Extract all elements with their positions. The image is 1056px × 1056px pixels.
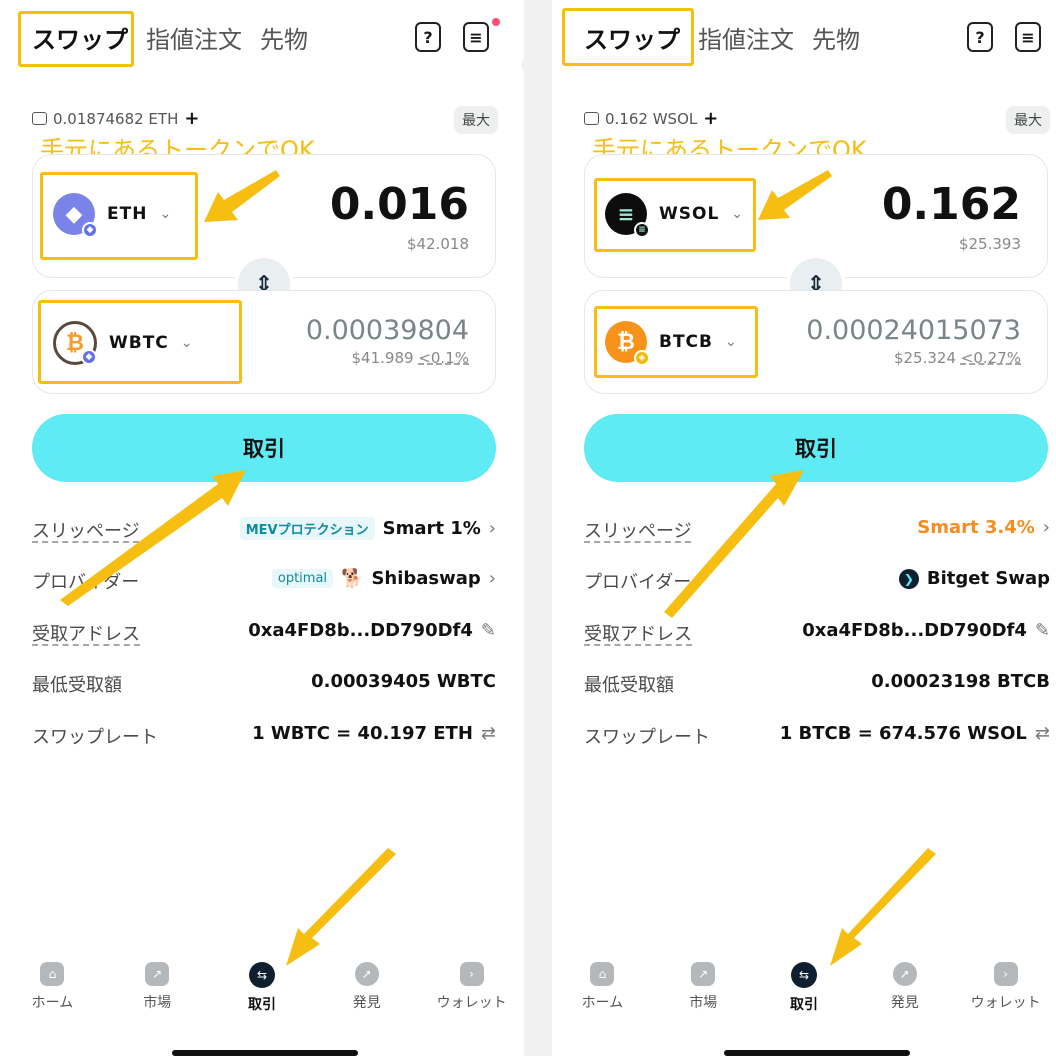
nav-trade[interactable]: ⇆ 取引: [754, 948, 855, 1056]
receive-address-label[interactable]: 受取アドレス: [584, 620, 692, 646]
compass-icon: ➚: [354, 962, 379, 986]
highlight-box: [40, 172, 198, 260]
slippage-value[interactable]: MEVプロテクション Smart 1% ›: [239, 517, 496, 540]
provider-value[interactable]: ❯ Bitget Swap: [898, 568, 1050, 589]
tab-limit-order[interactable]: 指値注文: [698, 20, 794, 55]
max-button[interactable]: 最大: [1006, 106, 1050, 134]
nav-wallet[interactable]: › ウォレット: [955, 948, 1056, 1056]
from-fiat: $25.393: [958, 235, 1021, 253]
chevron-right-icon: ›: [488, 568, 496, 589]
help-icon[interactable]: ?: [967, 22, 993, 52]
chevron-right-icon: ›: [1042, 517, 1050, 538]
from-amount[interactable]: 0.162: [882, 179, 1021, 230]
bottom-nav: ⌂ ホーム ↗ 市場 ⇆ 取引 ➚ 発見 › ウォレット: [0, 948, 524, 1056]
highlight-box: [562, 8, 694, 66]
home-indicator: [172, 1050, 358, 1056]
to-fiat: $41.989 <0.1%: [351, 349, 470, 367]
swap-screen-right: スワップ 指値注文 先物 ? ≡ 0.162 WSOL + 最大 手元にあるトー…: [552, 0, 1056, 1056]
chart-icon: ↗: [145, 962, 170, 986]
highlight-box: [18, 11, 134, 67]
swap-rate-label: スワップレート: [584, 727, 710, 748]
swap-icon: ⇆: [790, 962, 817, 988]
nav-market[interactable]: ↗ 市場: [653, 948, 754, 1056]
balance-row: 0.162 WSOL +: [584, 108, 718, 129]
min-receive-label: 最低受取額: [32, 675, 122, 696]
swap-rate-label: スワップレート: [32, 727, 158, 748]
home-indicator: [724, 1050, 910, 1056]
nav-wallet[interactable]: › ウォレット: [419, 948, 524, 1056]
highlight-box: [594, 306, 758, 378]
wallet-nav-icon: ›: [459, 962, 484, 986]
min-receive-label: 最低受取額: [584, 675, 674, 696]
orders-icon[interactable]: ≡: [1015, 22, 1041, 52]
swap-icon: ⇆: [248, 962, 275, 988]
chart-icon: ↗: [691, 962, 716, 986]
home-icon: ⌂: [40, 962, 65, 986]
compass-icon: ➚: [892, 962, 917, 986]
shiba-icon: 🐕: [341, 568, 364, 589]
balance-value: 0.01874682 ETH: [53, 109, 179, 128]
receive-address-value[interactable]: 0xa4FD8b...DD790Df4 ✎: [802, 620, 1050, 641]
highlight-box: [594, 178, 756, 252]
to-amount: 0.00024015073: [806, 315, 1021, 346]
balance-row: 0.01874682 ETH +: [32, 108, 199, 129]
nav-market[interactable]: ↗ 市場: [105, 948, 210, 1056]
price-impact[interactable]: <0.1%: [418, 349, 469, 367]
swap-rate-value[interactable]: 1 BTCB = 674.576 WSOL ⇄: [780, 723, 1050, 744]
min-receive-value: 0.00039405 WBTC: [311, 671, 496, 692]
slippage-label[interactable]: スリッページ: [584, 517, 692, 543]
notification-dot: [492, 18, 500, 26]
swap-rate-value[interactable]: 1 WBTC = 40.197 ETH ⇄: [252, 723, 496, 744]
provider-label: プロバイダー: [32, 572, 140, 593]
slippage-label[interactable]: スリッページ: [32, 517, 140, 543]
add-icon[interactable]: +: [184, 108, 199, 129]
nav-home[interactable]: ⌂ ホーム: [552, 948, 653, 1056]
refresh-icon[interactable]: ⇄: [481, 723, 496, 744]
to-fiat: $25.324 <0.27%: [893, 349, 1021, 367]
max-button[interactable]: 最大: [454, 106, 498, 134]
nav-discover[interactable]: ➚ 発見: [314, 948, 419, 1056]
from-amount[interactable]: 0.016: [330, 179, 469, 230]
wallet-icon: [32, 112, 47, 125]
trade-button[interactable]: 取引: [584, 414, 1048, 482]
price-impact[interactable]: <0.27%: [961, 349, 1021, 367]
edit-icon[interactable]: ✎: [1035, 620, 1050, 641]
receive-address-value[interactable]: 0xa4FD8b...DD790Df4 ✎: [248, 620, 496, 641]
optimal-tag: optimal: [271, 569, 334, 588]
nav-trade[interactable]: ⇆ 取引: [210, 948, 315, 1056]
to-amount: 0.00039804: [305, 315, 469, 346]
nav-discover[interactable]: ➚ 発見: [854, 948, 955, 1056]
trade-button[interactable]: 取引: [32, 414, 496, 482]
slippage-value[interactable]: Smart 3.4% ›: [917, 517, 1050, 538]
home-icon: ⌂: [590, 962, 615, 986]
highlight-box: [38, 300, 242, 384]
from-fiat: $42.018: [406, 235, 469, 253]
wallet-icon: [584, 112, 599, 125]
edit-icon[interactable]: ✎: [481, 620, 496, 641]
bitget-icon: ❯: [898, 568, 919, 589]
help-icon[interactable]: ?: [415, 22, 441, 52]
swap-screen-left: er スワップ 指値注文 先物 ? ≡ 0.01874682 ETH + 最大 …: [0, 0, 524, 1056]
provider-value[interactable]: optimal 🐕 Shibaswap ›: [271, 568, 496, 589]
tab-futures[interactable]: 先物: [812, 20, 860, 55]
provider-label: プロバイダー: [584, 572, 692, 593]
refresh-icon[interactable]: ⇄: [1035, 723, 1050, 744]
mev-protection-tag: MEVプロテクション: [239, 517, 375, 540]
receive-address-label[interactable]: 受取アドレス: [32, 620, 140, 646]
tab-futures[interactable]: 先物: [260, 20, 308, 55]
nav-home[interactable]: ⌂ ホーム: [0, 948, 105, 1056]
bottom-nav: ⌂ ホーム ↗ 市場 ⇆ 取引 ➚ 発見 › ウォレット: [552, 948, 1056, 1056]
tab-limit-order[interactable]: 指値注文: [146, 20, 242, 55]
chevron-right-icon: ›: [488, 518, 496, 539]
min-receive-value: 0.00023198 BTCB: [871, 671, 1050, 692]
add-icon[interactable]: +: [703, 108, 718, 129]
wallet-nav-icon: ›: [993, 962, 1018, 986]
balance-value: 0.162 WSOL: [605, 109, 698, 128]
orders-icon[interactable]: ≡: [463, 22, 489, 52]
